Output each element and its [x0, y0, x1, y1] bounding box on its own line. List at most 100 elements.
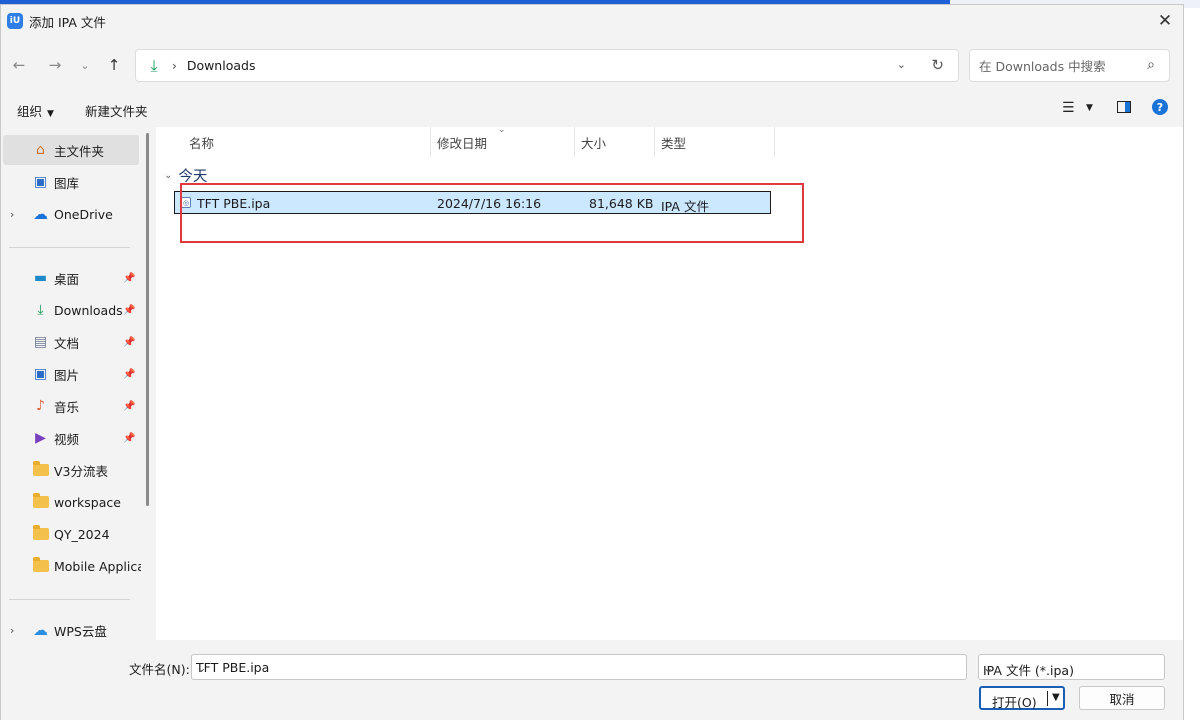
close-icon[interactable]: ✕	[1155, 11, 1175, 31]
music-icon: ♪	[36, 398, 45, 414]
sidebar-item-label: workspace	[54, 494, 121, 510]
sidebar-item-label: 主文件夹	[54, 143, 105, 159]
folder-icon	[32, 557, 49, 574]
sidebar-item-label: WPS云盘	[54, 623, 107, 639]
search-input[interactable]: 在 Downloads 中搜索 ⌕	[969, 49, 1170, 82]
view-options-caret-icon[interactable]: ▼	[1086, 103, 1093, 113]
title-bar: iU 添加 IPA 文件 ✕	[1, 5, 1183, 37]
open-label: 打开(O)	[992, 695, 1037, 710]
sidebar-item-videos[interactable]: ▶ 视频 📌	[1, 423, 141, 453]
sidebar-item-label: Mobile Applica	[54, 558, 141, 574]
home-icon: ⌂	[36, 142, 45, 158]
sidebar-item-label: 图片	[54, 367, 80, 383]
sidebar-item-gallery[interactable]: ▣ 图库	[1, 167, 141, 197]
address-dropdown-icon[interactable]: ⌄	[897, 58, 906, 71]
sidebar-item-mobile-applications[interactable]: Mobile Applica	[1, 551, 141, 581]
back-arrow-icon[interactable]: ←	[9, 55, 29, 75]
collapse-chevron-icon[interactable]: ⌄	[164, 170, 172, 181]
desktop-icon: ▬	[33, 270, 48, 286]
up-arrow-icon[interactable]: ↑	[104, 55, 124, 75]
sidebar-item-label: 文档	[54, 335, 80, 351]
forward-arrow-icon[interactable]: →	[45, 55, 65, 75]
address-bar[interactable]: ⤓ › Downloads ⌄ ↻	[135, 49, 959, 82]
annotation-highlight-box	[180, 183, 804, 243]
sidebar-divider	[9, 247, 130, 248]
gallery-icon: ▣	[33, 174, 48, 190]
refresh-icon[interactable]: ↻	[931, 56, 944, 74]
video-icon: ▶	[35, 430, 46, 446]
sidebar-item-home[interactable]: ⌂ 主文件夹	[3, 135, 139, 165]
download-icon: ⤓	[150, 55, 158, 75]
sidebar-item-downloads[interactable]: ⤓ Downloads 📌	[1, 295, 141, 325]
view-options-icon[interactable]: ☰	[1062, 100, 1075, 116]
document-icon: ▤	[33, 334, 48, 350]
sidebar-item-label: 桌面	[54, 271, 80, 287]
column-header-size[interactable]: 大小	[581, 127, 606, 157]
sidebar-item-workspace[interactable]: workspace	[1, 487, 141, 517]
column-divider[interactable]	[654, 127, 655, 157]
sidebar-item-pictures[interactable]: ▣ 图片 📌	[1, 359, 141, 389]
picture-icon: ▣	[33, 366, 48, 382]
open-button[interactable]: 打开(O) ▼	[979, 686, 1065, 710]
sidebar-item-label: Downloads	[54, 302, 123, 318]
sidebar-item-label: OneDrive	[54, 206, 113, 222]
sidebar-item-label: 图库	[54, 175, 80, 191]
column-header-name[interactable]: 名称	[189, 127, 214, 157]
expand-chevron-icon[interactable]: ›	[10, 624, 14, 637]
filename-input[interactable]: TFT PBE.ipa ⌄	[191, 654, 967, 680]
expand-chevron-icon[interactable]: ›	[10, 208, 14, 221]
split-divider	[1047, 691, 1048, 706]
sidebar-item-label: V3分流表	[54, 463, 109, 479]
command-bar: 组织 ▼ 新建文件夹 ☰ ▼ ?	[1, 93, 1183, 125]
pin-icon[interactable]: 📌	[123, 273, 135, 284]
pin-icon[interactable]: 📌	[123, 433, 135, 444]
search-icon[interactable]: ⌕	[1147, 57, 1155, 73]
cloud-icon: ☁	[33, 205, 48, 223]
organize-menu-button[interactable]: 组织 ▼	[17, 101, 54, 120]
file-type-select[interactable]: IPA 文件 (*.ipa) ⌄	[978, 654, 1165, 680]
sidebar-divider	[9, 599, 130, 600]
chevron-down-icon[interactable]: ⌄	[983, 660, 1158, 675]
sidebar-item-v3-folder[interactable]: V3分流表	[1, 455, 141, 485]
breadcrumb-chevron-icon[interactable]: ›	[172, 59, 177, 73]
column-header-type[interactable]: 类型	[661, 127, 686, 157]
open-options-caret-icon[interactable]: ▼	[1052, 692, 1060, 703]
folder-icon	[32, 525, 49, 542]
download-icon: ⤓	[37, 302, 44, 318]
sidebar-item-onedrive[interactable]: › ☁ OneDrive	[1, 199, 141, 229]
file-list-pane: 名称 修改日期 ⌄ 大小 类型 ⌄ 今天 ◎ TFT PBE.ipa 2024/…	[156, 125, 1183, 640]
folder-icon	[32, 461, 49, 478]
column-header-modified[interactable]: 修改日期	[437, 127, 487, 157]
navigation-pane: ⌂ 主文件夹 ▣ 图库 › ☁ OneDrive ▬ 桌面 📌 ⤓ Downlo…	[1, 129, 153, 639]
pin-icon[interactable]: 📌	[123, 305, 135, 316]
footer-bar: 文件名(N): TFT PBE.ipa ⌄ IPA 文件 (*.ipa) ⌄ 打…	[1, 641, 1183, 720]
cancel-button[interactable]: 取消	[1079, 686, 1165, 710]
app-icon: iU	[7, 13, 23, 29]
breadcrumb-location[interactable]: Downloads	[187, 58, 256, 73]
pin-icon[interactable]: 📌	[123, 337, 135, 348]
column-divider[interactable]	[574, 127, 575, 157]
sidebar-item-label: 音乐	[54, 399, 80, 415]
pin-icon[interactable]: 📌	[123, 401, 135, 412]
sidebar-item-documents[interactable]: ▤ 文档 📌	[1, 327, 141, 357]
help-icon[interactable]: ?	[1152, 99, 1168, 115]
sidebar-item-qy2024[interactable]: QY_2024	[1, 519, 141, 549]
new-folder-button[interactable]: 新建文件夹	[85, 101, 148, 120]
column-divider[interactable]	[774, 127, 775, 157]
window-title: 添加 IPA 文件	[29, 14, 106, 30]
file-open-dialog: iU 添加 IPA 文件 ✕ ← → ⌄ ↑ ⤓ › Downloads ⌄ ↻…	[0, 4, 1184, 720]
navigation-row: ← → ⌄ ↑ ⤓ › Downloads ⌄ ↻ 在 Downloads 中搜…	[1, 45, 1183, 85]
preview-pane-icon[interactable]	[1117, 101, 1131, 113]
organize-label: 组织	[17, 104, 43, 119]
sidebar-item-desktop[interactable]: ▬ 桌面 📌	[1, 263, 141, 293]
sidebar-scrollbar[interactable]	[146, 133, 149, 506]
sidebar-item-label: QY_2024	[54, 526, 110, 542]
sidebar-item-music[interactable]: ♪ 音乐 📌	[1, 391, 141, 421]
search-placeholder: 在 Downloads 中搜索	[979, 59, 1106, 74]
chevron-down-icon[interactable]: ⌄	[196, 660, 960, 675]
column-divider[interactable]	[430, 127, 431, 157]
recent-locations-chevron-icon[interactable]: ⌄	[75, 55, 95, 75]
caret-down-icon: ▼	[47, 109, 54, 119]
pin-icon[interactable]: 📌	[123, 369, 135, 380]
folder-icon	[32, 493, 49, 510]
